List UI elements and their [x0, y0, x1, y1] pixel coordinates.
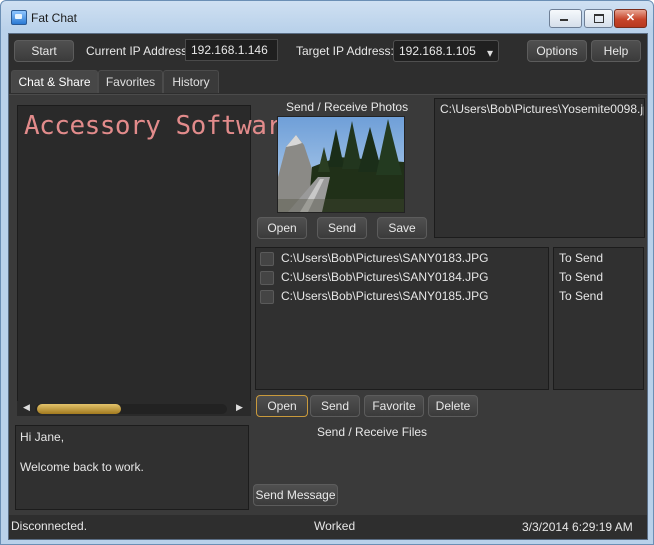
- options-button[interactable]: Options: [527, 40, 587, 62]
- status-message: Worked: [314, 519, 356, 533]
- photo-path-text: C:\Users\Bob\Pictures\Yosemite0098.jpg: [440, 102, 645, 116]
- app-window: Fat Chat ✕ Start Current IP Address: 192…: [0, 0, 654, 545]
- connection-status: Disconnected.: [11, 519, 88, 533]
- brand-banner: Accessory Softwar: [24, 111, 282, 141]
- title-bar[interactable]: Fat Chat ✕: [1, 1, 653, 34]
- chevron-down-icon: ▾: [486, 46, 493, 60]
- maximize-button[interactable]: [584, 9, 613, 28]
- file-open-button[interactable]: Open: [256, 395, 308, 417]
- scroll-right-icon[interactable]: ▶: [236, 402, 243, 413]
- window-title: Fat Chat: [31, 11, 78, 25]
- scroll-thumb[interactable]: [37, 404, 121, 414]
- target-ip-select[interactable]: 192.168.1.105 ▾: [393, 40, 499, 62]
- minimize-button[interactable]: [549, 9, 582, 28]
- start-button[interactable]: Start: [14, 40, 74, 62]
- file-path: C:\Users\Bob\Pictures\SANY0183.JPG: [281, 251, 489, 265]
- file-send-button[interactable]: Send: [310, 395, 360, 417]
- file-checkbox[interactable]: [260, 252, 274, 266]
- photo-save-button[interactable]: Save: [377, 217, 427, 239]
- send-message-button[interactable]: Send Message: [253, 484, 338, 506]
- file-delete-button[interactable]: Delete: [428, 395, 478, 417]
- help-button[interactable]: Help: [591, 40, 641, 62]
- close-button[interactable]: ✕: [614, 9, 647, 28]
- file-status: To Send: [559, 251, 604, 265]
- current-ip-label: Current IP Address:: [86, 44, 191, 58]
- files-section-label: Send / Receive Files: [317, 425, 428, 439]
- file-status-list: To Send To Send To Send: [553, 247, 644, 390]
- chat-display: Accessory Softwar: [17, 105, 282, 407]
- target-ip-label: Target IP Address:: [296, 44, 394, 58]
- tab-history[interactable]: History: [163, 70, 219, 93]
- chat-share-panel: Accessory Softwar ◀ ▶ Hi Jane, Welcome b…: [9, 94, 647, 515]
- file-status: To Send: [559, 289, 604, 303]
- photo-image: [278, 117, 404, 212]
- file-path: C:\Users\Bob\Pictures\SANY0184.JPG: [281, 270, 489, 284]
- message-line: Hi Jane,: [20, 430, 65, 444]
- status-timestamp: 3/3/2014 6:29:19 AM: [522, 520, 633, 534]
- file-favorite-button[interactable]: Favorite: [364, 395, 424, 417]
- file-checkbox[interactable]: [260, 271, 274, 285]
- scroll-left-icon[interactable]: ◀: [23, 402, 30, 413]
- photo-open-button[interactable]: Open: [257, 217, 307, 239]
- target-ip-value: 192.168.1.105: [399, 44, 476, 58]
- file-list: C:\Users\Bob\Pictures\SANY0183.JPG C:\Us…: [255, 247, 549, 390]
- photo-path-display: C:\Users\Bob\Pictures\Yosemite0098.jpg: [434, 98, 645, 238]
- client-area: Start Current IP Address: 192.168.1.146 …: [8, 33, 648, 540]
- app-icon: [11, 10, 27, 25]
- photo-send-button[interactable]: Send: [317, 217, 367, 239]
- file-path: C:\Users\Bob\Pictures\SANY0185.JPG: [281, 289, 489, 303]
- current-ip-field[interactable]: 192.168.1.146: [185, 39, 278, 61]
- message-input[interactable]: Hi Jane, Welcome back to work.: [15, 425, 249, 510]
- photo-preview: [277, 116, 405, 213]
- photos-section-label: Send / Receive Photos: [286, 100, 409, 114]
- message-line: Welcome back to work.: [20, 460, 144, 474]
- tab-favorites[interactable]: Favorites: [98, 70, 163, 93]
- tab-chat-share[interactable]: Chat & Share: [11, 70, 98, 93]
- chat-horizontal-scrollbar[interactable]: ◀ ▶: [17, 401, 251, 416]
- file-status: To Send: [559, 270, 604, 284]
- file-checkbox[interactable]: [260, 290, 274, 304]
